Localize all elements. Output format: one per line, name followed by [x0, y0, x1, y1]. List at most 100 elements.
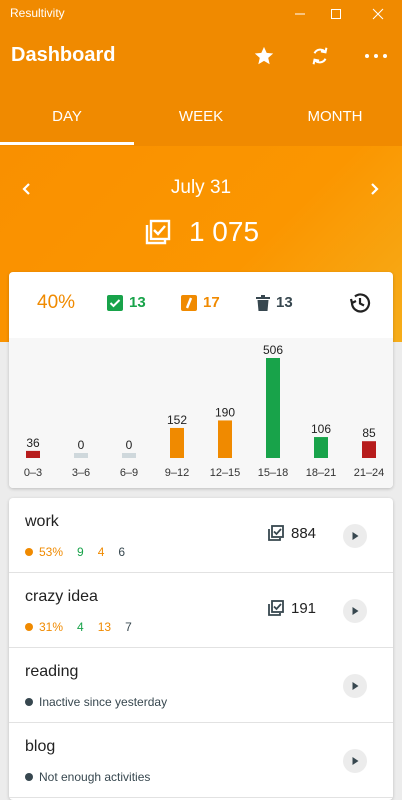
activity-late: 4 [97, 545, 105, 559]
chart-bar [266, 358, 280, 458]
chart-category-label: 3–6 [72, 467, 90, 479]
chart-value-label: 0 [126, 438, 133, 452]
page-title: Dashboard [11, 44, 116, 66]
total-value: 1 075 [188, 216, 260, 247]
more-button[interactable] [360, 40, 392, 72]
activity-list: work 53% 9 4 6 884 crazy idea 31% 4 13 7… [9, 498, 393, 800]
history-icon [349, 293, 371, 313]
play-icon [352, 532, 359, 540]
activity-note-text: Inactive since yesterday [39, 695, 168, 709]
chart-category-label: 18–21 [306, 467, 337, 479]
list-item[interactable]: reading Inactive since yesterday [9, 648, 393, 723]
deleted-count: 13 [256, 294, 293, 311]
late-count-value: 17 [203, 294, 220, 311]
daily-total: 1 075 [0, 216, 402, 248]
list-item[interactable]: work 53% 9 4 6 884 [9, 498, 393, 573]
activity-count: 191 [267, 599, 316, 617]
deleted-count-value: 13 [276, 294, 293, 311]
activity-percent: 31% [39, 620, 64, 634]
chart-value-label: 506 [263, 343, 283, 357]
done-count-value: 13 [129, 294, 146, 311]
star-icon [254, 46, 274, 65]
activity-done: 4 [77, 620, 84, 634]
maximize-icon [331, 9, 341, 19]
chart-value-label: 152 [167, 413, 187, 427]
chart-bar [122, 453, 136, 458]
activity-count: 884 [267, 524, 316, 542]
hourly-chart: 36 0–3 0 3–6 0 6–9 152 9–12 190 12–15 506 15–18 106 1… [9, 338, 393, 488]
trash-icon [256, 294, 270, 311]
activity-note-text: Not enough activities [39, 770, 151, 784]
list-item[interactable]: blog Not enough activities [9, 723, 393, 798]
activity-percent: 53% [39, 545, 64, 559]
tab-day[interactable]: DAY [0, 86, 134, 146]
activity-note: Inactive since yesterday [25, 695, 167, 709]
checklist-icon [145, 219, 171, 245]
chart-bar [26, 450, 40, 458]
sync-button[interactable] [304, 40, 336, 72]
play-icon [352, 757, 359, 765]
app-header: Dashboard [0, 28, 402, 86]
period-tabs: DAY WEEK MONTH [0, 86, 402, 146]
hourly-bar-chart: 36 0–3 0 3–6 0 6–9 152 9–12 190 12–15 506 15–18 106 1… [24, 343, 385, 479]
status-dot [25, 623, 33, 631]
chart-value-label: 190 [215, 405, 235, 419]
activity-count-value: 191 [291, 599, 317, 617]
activity-name: reading [25, 663, 79, 680]
activity-late: 13 [97, 620, 112, 634]
chart-value-label: 36 [26, 436, 40, 450]
close-icon [372, 8, 384, 20]
chart-bar [170, 427, 184, 458]
more-icon [365, 54, 387, 58]
activity-name: blog [25, 738, 56, 755]
chart-category-label: 15–18 [258, 467, 289, 479]
activity-name: work [25, 513, 59, 530]
check-box-icon [107, 294, 123, 311]
done-count: 13 [107, 294, 146, 311]
play-button[interactable] [343, 674, 367, 698]
chart-bar [218, 420, 232, 458]
activity-deleted: 7 [125, 620, 132, 634]
chart-bar [74, 453, 88, 458]
activity-count-value: 884 [291, 524, 317, 542]
activity-note: Not enough activities [25, 770, 150, 784]
chart-category-label: 21–24 [354, 467, 385, 479]
play-button[interactable] [343, 599, 367, 623]
play-icon [352, 682, 359, 690]
minimize-button[interactable] [280, 0, 320, 28]
window-titlebar: Resultivity [0, 0, 402, 28]
close-button[interactable] [358, 0, 398, 28]
chart-category-label: 9–12 [165, 467, 189, 479]
late-count: 17 [181, 294, 220, 311]
next-day-button[interactable] [359, 174, 389, 204]
activity-stats: 31% 4 13 7 [25, 620, 146, 634]
tab-week[interactable]: WEEK [134, 86, 268, 146]
status-dot [25, 698, 33, 706]
status-dot [25, 548, 33, 556]
chart-category-label: 6–9 [120, 467, 138, 479]
chart-bar [314, 437, 328, 458]
chart-category-label: 12–15 [210, 467, 241, 479]
chevron-right-icon [371, 183, 379, 195]
maximize-button[interactable] [316, 0, 356, 28]
stats-card: 40% 13 17 13 36 0–3 0 3–6 0 6–9 152 9–12 190 12–1… [9, 272, 393, 488]
play-button[interactable] [343, 524, 367, 548]
list-item[interactable]: crazy idea 31% 4 13 7 191 [9, 573, 393, 648]
sync-icon [312, 47, 328, 65]
hourglass-icon [181, 294, 197, 311]
status-dot [25, 773, 33, 781]
favorite-button[interactable] [248, 40, 280, 72]
chart-bar [362, 441, 376, 458]
chart-value-label: 0 [78, 438, 85, 452]
chart-category-label: 0–3 [24, 467, 42, 479]
history-button[interactable] [347, 290, 379, 316]
activity-deleted: 6 [118, 545, 126, 559]
play-button[interactable] [343, 749, 367, 773]
current-date: July 31 [170, 177, 232, 198]
minimize-icon [295, 13, 305, 15]
stats-summary: 40% 13 17 13 [9, 272, 393, 338]
tab-month[interactable]: MONTH [268, 86, 402, 146]
checklist-icon [268, 525, 284, 541]
play-icon [352, 607, 359, 615]
window-title: Resultivity [10, 6, 65, 20]
